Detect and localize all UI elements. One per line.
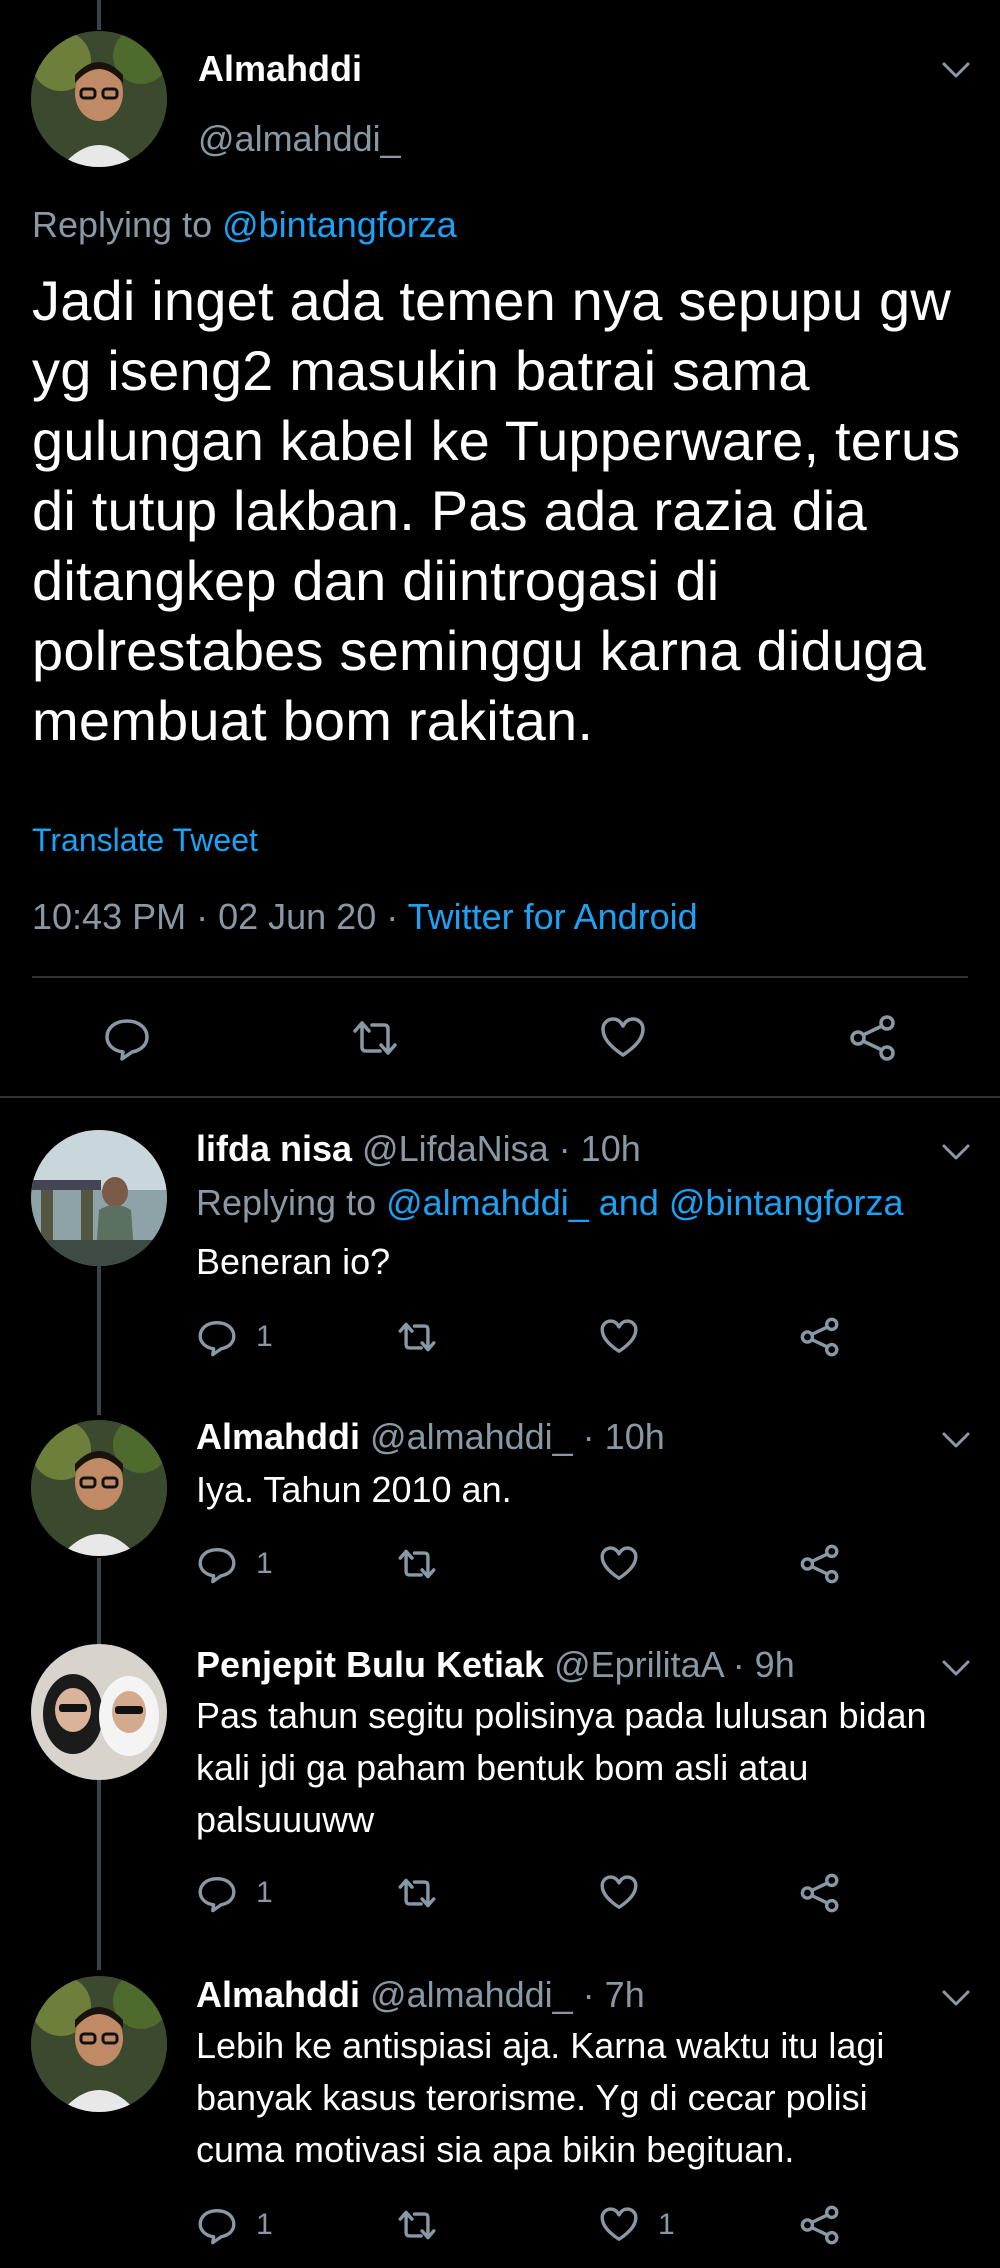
retweet-button[interactable] [396, 1872, 438, 1914]
reply-button[interactable]: 1 [196, 1872, 273, 1914]
chevron-down-icon[interactable] [938, 1140, 974, 1164]
retweet-icon [398, 1878, 436, 1908]
chevron-down-icon[interactable] [938, 1986, 974, 2010]
avatar[interactable] [31, 31, 167, 167]
timestamp: 10:43 PM · 02 Jun 20 · [32, 896, 408, 937]
share-icon [800, 1544, 839, 1584]
source-link[interactable]: Twitter for Android [408, 896, 698, 937]
reply-header: Almahddi @almahddi_ · 7h [196, 1974, 645, 2016]
mention-link[interactable]: @almahddi_ and @bintangforza [386, 1182, 903, 1223]
retweet-icon [398, 1549, 436, 1579]
display-name[interactable]: Almahddi [196, 1974, 360, 2015]
reply-button[interactable]: 1 [196, 2204, 273, 2246]
tweet-meta: 10:43 PM · 02 Jun 20 · Twitter for Andro… [32, 896, 698, 938]
comment-icon [198, 1877, 236, 1913]
reply-count: 1 [256, 1876, 273, 1909]
chevron-down-icon[interactable] [938, 1656, 974, 1680]
thread-line-top [97, 0, 101, 30]
like-button[interactable] [598, 1316, 640, 1358]
tweet-text: Pas tahun segitu polisinya pada lulusan … [196, 1695, 927, 1840]
like-icon [601, 1017, 645, 1057]
comment-icon [198, 2209, 236, 2245]
avatar-photo-icon [31, 1976, 167, 2112]
like-icon [600, 2207, 638, 2241]
handle-time: @almahddi_ · 10h [360, 1416, 665, 1457]
reply-header: lifda nisa @LifdaNisa · 10h [196, 1128, 641, 1170]
avatar-photo-icon [31, 1420, 167, 1556]
tweet-text: Lebih ke antispiasi aja. Karna waktu itu… [196, 2025, 885, 2170]
share-icon [850, 1015, 895, 1061]
reply-button[interactable] [102, 1013, 152, 1063]
handle-time: @almahddi_ · 7h [360, 1974, 645, 2015]
tweet-text: Jadi inget ada temen nya sepupu gw yg is… [32, 269, 961, 752]
avatar[interactable] [31, 1420, 167, 1556]
reply-button[interactable]: 1 [196, 1543, 273, 1585]
retweet-icon [398, 2210, 436, 2240]
translate-tweet-link[interactable]: Translate Tweet [32, 822, 258, 859]
display-name[interactable]: lifda nisa [196, 1128, 352, 1169]
replying-prefix: Replying to [196, 1182, 387, 1223]
chevron-down-icon[interactable] [938, 1428, 974, 1452]
divider [0, 1096, 1000, 1098]
avatar[interactable] [31, 1976, 167, 2112]
retweet-icon [353, 1021, 397, 1055]
avatar-photo-icon [31, 1644, 167, 1780]
like-button[interactable] [598, 1013, 648, 1063]
reply-button[interactable]: 1 [196, 1316, 273, 1358]
comment-icon [105, 1019, 149, 1061]
display-name[interactable]: Almahddi [198, 48, 362, 90]
reply-count: 1 [256, 1320, 273, 1353]
retweet-icon [398, 1322, 436, 1352]
thread-line-reply-2 [97, 1558, 101, 1658]
comment-icon [198, 1321, 236, 1357]
mention-link[interactable]: @bintangforza [222, 204, 457, 245]
like-count: 1 [658, 2208, 675, 2241]
like-icon [600, 1319, 638, 1353]
replying-prefix: Replying to [32, 204, 223, 245]
divider [32, 976, 968, 978]
thread-line-reply-3 [97, 1780, 101, 1970]
avatar[interactable] [31, 1644, 167, 1780]
handle-time: @LifdaNisa · 10h [352, 1128, 641, 1169]
share-button[interactable] [799, 1316, 841, 1358]
comment-icon [198, 1548, 236, 1584]
share-icon [800, 1873, 839, 1913]
reply-header: Penjepit Bulu Ketiak @EprilitaA · 9h [196, 1644, 795, 1686]
retweet-button[interactable] [396, 1316, 438, 1358]
reply-count: 1 [256, 1547, 273, 1580]
avatar-photo-icon [31, 1130, 167, 1266]
display-name[interactable]: Penjepit Bulu Ketiak [196, 1644, 544, 1685]
chevron-down-icon[interactable] [938, 58, 974, 82]
like-button[interactable] [598, 1872, 640, 1914]
tweet-text: Iya. Tahun 2010 an. [196, 1469, 512, 1510]
display-name[interactable]: Almahddi [196, 1416, 360, 1457]
share-button[interactable] [848, 1013, 898, 1063]
share-icon [800, 1317, 839, 1357]
handle-time: @EprilitaA · 9h [544, 1644, 795, 1685]
like-icon [600, 1875, 638, 1909]
thread-line-reply-1 [97, 1265, 101, 1415]
replying-to: Replying to @almahddi_ and @bintangforza [196, 1182, 904, 1224]
replying-to: Replying to @bintangforza [32, 204, 457, 246]
share-button[interactable] [799, 2204, 841, 2246]
reply-count: 1 [256, 2208, 273, 2241]
share-button[interactable] [799, 1872, 841, 1914]
reply-header: Almahddi @almahddi_ · 10h [196, 1416, 665, 1458]
avatar-photo-icon [31, 31, 167, 167]
like-button[interactable] [598, 1543, 640, 1585]
retweet-button[interactable] [396, 1543, 438, 1585]
like-icon [600, 1546, 638, 1580]
share-icon [800, 2205, 839, 2245]
retweet-button[interactable] [396, 2204, 438, 2246]
like-button[interactable]: 1 [598, 2204, 675, 2246]
avatar[interactable] [31, 1130, 167, 1266]
tweet-text: Beneran io? [196, 1241, 391, 1282]
share-button[interactable] [799, 1543, 841, 1585]
retweet-button[interactable] [350, 1013, 400, 1063]
handle[interactable]: @almahddi_ [198, 118, 401, 160]
